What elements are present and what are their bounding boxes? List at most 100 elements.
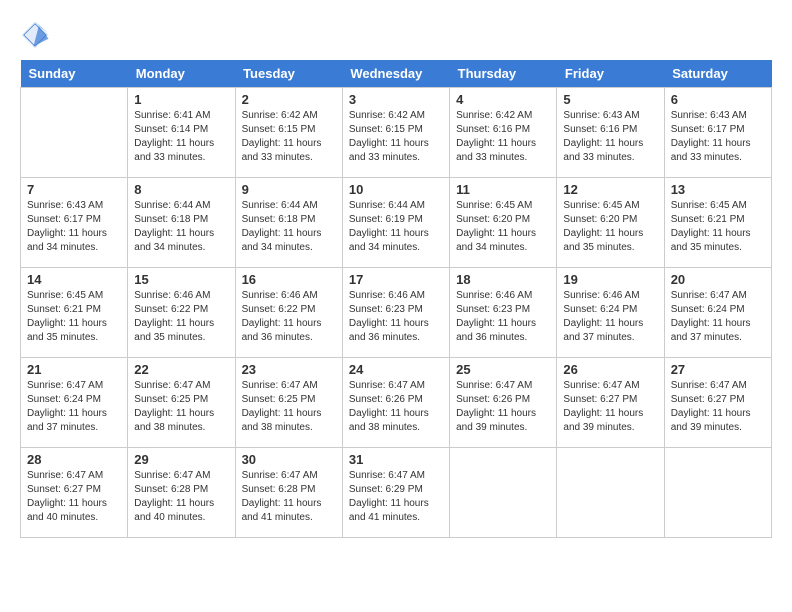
day-number: 19 <box>563 272 657 287</box>
calendar-cell: 30Sunrise: 6:47 AM Sunset: 6:28 PM Dayli… <box>235 448 342 538</box>
day-number: 4 <box>456 92 550 107</box>
day-info: Sunrise: 6:44 AM Sunset: 6:18 PM Dayligh… <box>242 199 336 255</box>
calendar-header-saturday: Saturday <box>664 60 771 88</box>
day-number: 1 <box>134 92 228 107</box>
calendar-cell: 24 Sunrise: 6:47 AM Sunset: 6:26 PM Dayli… <box>342 358 449 448</box>
day-number: 6 <box>671 92 765 107</box>
calendar-cell: 27 Sunrise: 6:47 AM Sunset: 6:27 PM Dayli… <box>664 358 771 448</box>
day-number: 23 <box>242 362 336 377</box>
calendar-cell: 10 Sunrise: 6:44 AM Sunset: 6:19 PM Dayli… <box>342 178 449 268</box>
calendar-cell: 9 Sunrise: 6:44 AM Sunset: 6:18 PM Daylig… <box>235 178 342 268</box>
day-number: 7 <box>27 182 121 197</box>
day-number: 27 <box>671 362 765 377</box>
day-info: Sunrise: 6:46 AM Sunset: 6:23 PM Dayligh… <box>349 289 443 345</box>
day-info: Sunrise: 6:47 AM Sunset: 6:28 PM Dayligh… <box>242 469 336 525</box>
day-number: 17 <box>349 272 443 287</box>
day-info: Sunrise: 6:47 AM Sunset: 6:25 PM Dayligh… <box>134 379 228 435</box>
calendar-cell: 28 Sunrise: 6:47 AM Sunset: 6:27 PM Dayli… <box>21 448 128 538</box>
calendar-cell: 6 Sunrise: 6:43 AM Sunset: 6:17 PM Daylig… <box>664 88 771 178</box>
calendar-cell: 29Sunrise: 6:47 AM Sunset: 6:28 PM Dayli… <box>128 448 235 538</box>
calendar-cell: 15 Sunrise: 6:46 AM Sunset: 6:22 PM Dayli… <box>128 268 235 358</box>
day-number: 15 <box>134 272 228 287</box>
day-info: Sunrise: 6:47 AM Sunset: 6:28 PM Dayligh… <box>134 469 228 525</box>
calendar-header-friday: Friday <box>557 60 664 88</box>
day-info: Sunrise: 6:47 AM Sunset: 6:24 PM Dayligh… <box>27 379 121 435</box>
day-number: 13 <box>671 182 765 197</box>
day-info: Sunrise: 6:47 AM Sunset: 6:26 PM Dayligh… <box>456 379 550 435</box>
day-info: Sunrise: 6:45 AM Sunset: 6:21 PM Dayligh… <box>27 289 121 345</box>
day-number: 28 <box>27 452 121 467</box>
calendar-week-5: 28 Sunrise: 6:47 AM Sunset: 6:27 PM Dayli… <box>21 448 772 538</box>
day-number: 9 <box>242 182 336 197</box>
calendar-cell: 4 Sunrise: 6:42 AM Sunset: 6:16 PM Daylig… <box>450 88 557 178</box>
day-info: Sunrise: 6:46 AM Sunset: 6:23 PM Dayligh… <box>456 289 550 345</box>
day-info: Sunrise: 6:47 AM Sunset: 6:27 PM Dayligh… <box>671 379 765 435</box>
calendar-cell: 20Sunrise: 6:47 AM Sunset: 6:24 PM Dayli… <box>664 268 771 358</box>
day-info: Sunrise: 6:46 AM Sunset: 6:24 PM Dayligh… <box>563 289 657 345</box>
day-info: Sunrise: 6:46 AM Sunset: 6:22 PM Dayligh… <box>134 289 228 345</box>
day-info: Sunrise: 6:43 AM Sunset: 6:17 PM Dayligh… <box>27 199 121 255</box>
day-info: Sunrise: 6:41 AM Sunset: 6:14 PM Dayligh… <box>134 109 228 165</box>
calendar-cell: 21 Sunrise: 6:47 AM Sunset: 6:24 PM Dayli… <box>21 358 128 448</box>
calendar-cell: 8Sunrise: 6:44 AM Sunset: 6:18 PM Daylig… <box>128 178 235 268</box>
calendar-header-thursday: Thursday <box>450 60 557 88</box>
day-info: Sunrise: 6:47 AM Sunset: 6:26 PM Dayligh… <box>349 379 443 435</box>
day-number: 5 <box>563 92 657 107</box>
calendar-cell <box>664 448 771 538</box>
calendar-cell: 17 Sunrise: 6:46 AM Sunset: 6:23 PM Dayli… <box>342 268 449 358</box>
page-header <box>20 20 772 50</box>
calendar-cell: 1 Sunrise: 6:41 AM Sunset: 6:14 PM Daylig… <box>128 88 235 178</box>
day-info: Sunrise: 6:44 AM Sunset: 6:19 PM Dayligh… <box>349 199 443 255</box>
day-info: Sunrise: 6:45 AM Sunset: 6:20 PM Dayligh… <box>563 199 657 255</box>
day-number: 21 <box>27 362 121 377</box>
calendar-header-sunday: Sunday <box>21 60 128 88</box>
calendar-header-row: SundayMondayTuesdayWednesdayThursdayFrid… <box>21 60 772 88</box>
day-info: Sunrise: 6:43 AM Sunset: 6:17 PM Dayligh… <box>671 109 765 165</box>
calendar-cell: 19 Sunrise: 6:46 AM Sunset: 6:24 PM Dayli… <box>557 268 664 358</box>
day-number: 20 <box>671 272 765 287</box>
calendar-week-4: 21 Sunrise: 6:47 AM Sunset: 6:24 PM Dayli… <box>21 358 772 448</box>
calendar-cell: 16 Sunrise: 6:46 AM Sunset: 6:22 PM Dayli… <box>235 268 342 358</box>
day-info: Sunrise: 6:46 AM Sunset: 6:22 PM Dayligh… <box>242 289 336 345</box>
day-info: Sunrise: 6:45 AM Sunset: 6:20 PM Dayligh… <box>456 199 550 255</box>
calendar-cell: 13 Sunrise: 6:45 AM Sunset: 6:21 PM Dayli… <box>664 178 771 268</box>
calendar-cell: 26Sunrise: 6:47 AM Sunset: 6:27 PM Dayli… <box>557 358 664 448</box>
calendar-cell: 12 Sunrise: 6:45 AM Sunset: 6:20 PM Dayli… <box>557 178 664 268</box>
day-number: 12 <box>563 182 657 197</box>
calendar-cell: 5 Sunrise: 6:43 AM Sunset: 6:16 PM Daylig… <box>557 88 664 178</box>
day-info: Sunrise: 6:45 AM Sunset: 6:21 PM Dayligh… <box>671 199 765 255</box>
day-number: 16 <box>242 272 336 287</box>
day-number: 31 <box>349 452 443 467</box>
calendar-cell: 11 Sunrise: 6:45 AM Sunset: 6:20 PM Dayli… <box>450 178 557 268</box>
calendar-cell <box>450 448 557 538</box>
calendar-cell <box>21 88 128 178</box>
calendar-header-wednesday: Wednesday <box>342 60 449 88</box>
day-number: 25 <box>456 362 550 377</box>
day-number: 8 <box>134 182 228 197</box>
day-number: 2 <box>242 92 336 107</box>
day-number: 3 <box>349 92 443 107</box>
calendar-cell: 3Sunrise: 6:42 AM Sunset: 6:15 PM Daylig… <box>342 88 449 178</box>
calendar-week-1: 1 Sunrise: 6:41 AM Sunset: 6:14 PM Daylig… <box>21 88 772 178</box>
day-number: 22 <box>134 362 228 377</box>
day-number: 10 <box>349 182 443 197</box>
day-info: Sunrise: 6:43 AM Sunset: 6:16 PM Dayligh… <box>563 109 657 165</box>
calendar-cell: 2 Sunrise: 6:42 AM Sunset: 6:15 PM Daylig… <box>235 88 342 178</box>
calendar-header-monday: Monday <box>128 60 235 88</box>
calendar-week-2: 7 Sunrise: 6:43 AM Sunset: 6:17 PM Daylig… <box>21 178 772 268</box>
day-info: Sunrise: 6:47 AM Sunset: 6:29 PM Dayligh… <box>349 469 443 525</box>
logo <box>20 20 54 50</box>
calendar-header-tuesday: Tuesday <box>235 60 342 88</box>
day-info: Sunrise: 6:42 AM Sunset: 6:16 PM Dayligh… <box>456 109 550 165</box>
day-info: Sunrise: 6:47 AM Sunset: 6:27 PM Dayligh… <box>563 379 657 435</box>
calendar-cell: 18 Sunrise: 6:46 AM Sunset: 6:23 PM Dayli… <box>450 268 557 358</box>
day-info: Sunrise: 6:42 AM Sunset: 6:15 PM Dayligh… <box>242 109 336 165</box>
calendar-cell: 31 Sunrise: 6:47 AM Sunset: 6:29 PM Dayli… <box>342 448 449 538</box>
day-info: Sunrise: 6:47 AM Sunset: 6:27 PM Dayligh… <box>27 469 121 525</box>
day-info: Sunrise: 6:47 AM Sunset: 6:25 PM Dayligh… <box>242 379 336 435</box>
calendar-week-3: 14Sunrise: 6:45 AM Sunset: 6:21 PM Dayli… <box>21 268 772 358</box>
day-number: 11 <box>456 182 550 197</box>
day-number: 18 <box>456 272 550 287</box>
calendar-cell: 25 Sunrise: 6:47 AM Sunset: 6:26 PM Dayli… <box>450 358 557 448</box>
day-number: 24 <box>349 362 443 377</box>
